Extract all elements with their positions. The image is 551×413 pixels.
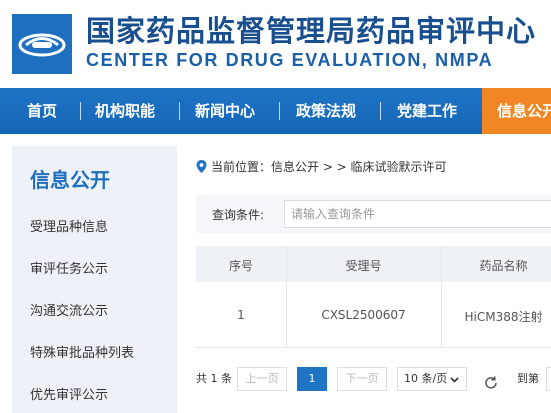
sidebar-item-review-tasks[interactable]: 审评任务公示 xyxy=(30,258,108,277)
nav-item-functions[interactable]: 机构职能 xyxy=(95,88,155,134)
sidebar-title: 信息公开 xyxy=(30,168,110,192)
cell-index: 1 xyxy=(237,308,245,322)
goto-page-input[interactable] xyxy=(546,367,551,391)
location-pin-icon xyxy=(196,160,207,173)
query-label: 查询条件: xyxy=(212,208,265,222)
column-divider xyxy=(286,246,287,348)
nav-item-policy[interactable]: 政策法规 xyxy=(296,88,356,134)
query-bar: 查询条件: xyxy=(196,195,551,233)
sidebar: 信息公开 受理品种信息 审评任务公示 沟通交流公示 特殊审批品种列表 优先审评公… xyxy=(12,146,177,413)
goto-label: 到第 xyxy=(517,372,539,385)
page-size-select[interactable]: 10 条/页 xyxy=(397,367,467,391)
table-header: 序号 受理号 药品名称 xyxy=(196,246,551,282)
cell-acceptance-no: CXSL2500607 xyxy=(321,308,406,322)
site-title-en: CENTER FOR DRUG EVALUATION, NMPA xyxy=(86,50,494,70)
site-title-cn: 国家药品监督管理局药品审评中心 xyxy=(86,14,537,48)
nav-item-info[interactable]: 信息公开 xyxy=(497,88,551,134)
nav-separator xyxy=(380,102,381,120)
sidebar-item-accepted-varieties[interactable]: 受理品种信息 xyxy=(30,216,108,235)
page-size-label: 10 条/页 xyxy=(404,372,448,385)
cell-drug-name[interactable]: HiCM388注射 xyxy=(441,308,551,325)
column-header-acceptance-no: 受理号 xyxy=(345,259,382,273)
table-row[interactable]: 1 CXSL2500607 HiCM388注射 xyxy=(196,282,551,348)
chevron-down-icon xyxy=(450,377,459,383)
nav-item-home[interactable]: 首页 xyxy=(27,88,57,134)
sidebar-item-special-approval[interactable]: 特殊审批品种列表 xyxy=(30,342,134,361)
main-nav: 首页 机构职能 新闻中心 政策法规 党建工作 信息公开 xyxy=(0,88,551,134)
nav-item-news[interactable]: 新闻中心 xyxy=(195,88,255,134)
nav-item-party[interactable]: 党建工作 xyxy=(397,88,457,134)
pagination: 共 1 条 上一页 1 下一页 10 条/页 到第 xyxy=(196,367,551,391)
column-divider xyxy=(441,246,442,348)
next-page-button[interactable]: 下一页 xyxy=(337,367,387,391)
column-header-drug-name: 药品名称 xyxy=(479,259,528,273)
site-header: 国家药品监督管理局药品审评中心 CENTER FOR DRUG EVALUATI… xyxy=(0,0,551,88)
nav-separator xyxy=(179,102,180,120)
pagination-total: 共 1 条 xyxy=(196,372,232,385)
nmpa-logo-icon[interactable] xyxy=(12,14,72,74)
page-1-button[interactable]: 1 xyxy=(297,367,327,391)
nav-separator xyxy=(80,102,81,120)
query-input[interactable] xyxy=(284,200,551,228)
sidebar-item-priority-review[interactable]: 优先审评公示 xyxy=(30,384,108,403)
refresh-icon[interactable] xyxy=(483,371,499,395)
nav-separator xyxy=(279,102,280,120)
breadcrumb: 当前位置：信息公开 > > 临床试验默示许可 xyxy=(196,158,447,175)
prev-page-button[interactable]: 上一页 xyxy=(237,367,287,391)
sidebar-item-communication[interactable]: 沟通交流公示 xyxy=(30,300,108,319)
breadcrumb-text: 当前位置：信息公开 > > 临床试验默示许可 xyxy=(211,160,447,174)
column-header-index: 序号 xyxy=(228,259,253,273)
